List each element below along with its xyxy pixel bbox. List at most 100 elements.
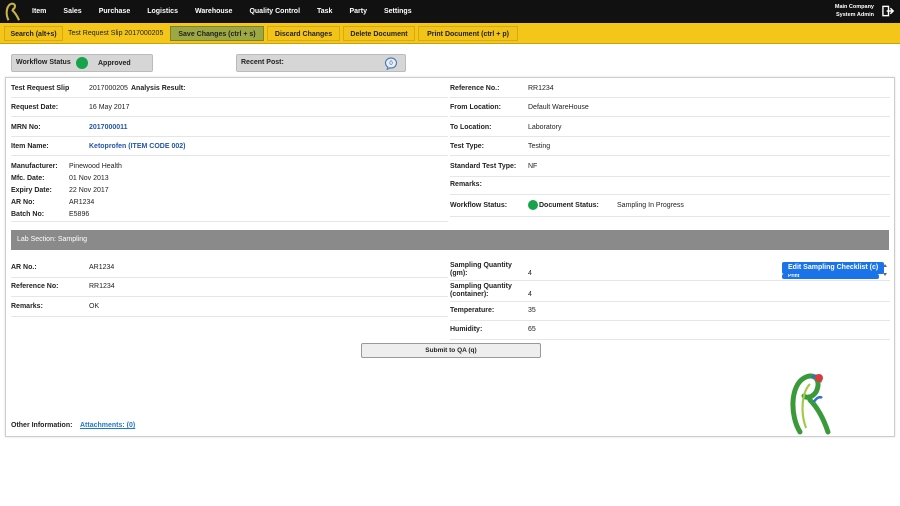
lab-section-header: Lab Section: Sampling: [11, 230, 889, 250]
print-button[interactable]: Print Document (ctrl + p): [418, 26, 518, 41]
company-logo-icon: [790, 373, 831, 435]
humidity-value: 65: [528, 326, 536, 333]
test-type-value: Testing: [528, 143, 551, 150]
comment-bubble-icon[interactable]: 0: [384, 57, 398, 70]
divider: [11, 116, 448, 117]
standard-test-type-value: NF: [528, 163, 538, 170]
divider: [450, 116, 890, 117]
sampling-qty-gm-value: 4: [528, 270, 532, 277]
divider: [11, 97, 448, 98]
manufacturer-value: Pinewood Health: [69, 163, 122, 170]
sampling-qty-container-label: Sampling Quantity (container):: [450, 283, 512, 298]
nav-item-party[interactable]: Party: [349, 8, 367, 15]
discard-button[interactable]: Discard Changes: [267, 26, 340, 41]
delete-button[interactable]: Delete Document: [343, 26, 415, 41]
divider: [450, 320, 890, 321]
divider: [450, 301, 890, 302]
workflow-status-value: Approved: [98, 60, 131, 67]
divider: [11, 221, 448, 222]
lab-reference-no-value: RR1234: [89, 283, 115, 290]
mfc-date-label: Mfc. Date:: [11, 175, 45, 182]
divider: [450, 155, 890, 156]
slip-number: 2017000205: [89, 85, 128, 92]
workflow-status-box: Workflow Status Approved: [11, 54, 153, 72]
nav-item-purchase[interactable]: Purchase: [99, 8, 131, 15]
expiry-date-label: Expiry Date:: [11, 187, 52, 194]
document-title: Test Request Slip 2017000205: [68, 30, 164, 37]
nav-item-settings[interactable]: Settings: [384, 8, 412, 15]
from-location-value: Default WareHouse: [528, 104, 589, 111]
test-type-label: Test Type:: [450, 143, 484, 150]
lab-ar-no-label: AR No.:: [11, 264, 37, 271]
sampling-qty-gm-label: Sampling Quantity (gm):: [450, 262, 512, 277]
other-information-label: Other Information:: [11, 422, 73, 429]
nav-item-quality-control[interactable]: Quality Control: [249, 8, 300, 15]
main-panel: Test Request Slip 2017000205 Analysis Re…: [5, 77, 895, 437]
edit-sampling-checklist-button[interactable]: Edit Sampling Checklist (c): [782, 262, 885, 274]
divider: [11, 277, 448, 278]
sampling-qty-container-value: 4: [528, 291, 532, 298]
temperature-value: 35: [528, 307, 536, 314]
company-name: Main Company: [834, 4, 874, 10]
divider: [11, 155, 448, 156]
nav-item-warehouse[interactable]: Warehouse: [195, 8, 232, 15]
standard-test-type-label: Standard Test Type:: [450, 163, 517, 170]
lab-remarks-label: Remarks:: [11, 303, 43, 310]
lab-ar-no-value: AR1234: [89, 264, 115, 271]
save-button[interactable]: Save Changes (ctrl + s): [170, 26, 264, 41]
lab-reference-no-label: Reference No:: [11, 283, 59, 290]
print-sampling-button[interactable]: Print: [782, 274, 879, 279]
batch-no-value: E5896: [69, 211, 90, 218]
remarks-label: Remarks:: [450, 181, 482, 188]
status-green-icon: [76, 57, 88, 69]
divider: [11, 136, 448, 137]
ar-no-value: AR1234: [69, 199, 95, 206]
reference-no-value: RR1234: [528, 85, 554, 92]
nav-item-sales[interactable]: Sales: [63, 8, 81, 15]
nav-item-logistics[interactable]: Logistics: [147, 8, 178, 15]
nav-item-task[interactable]: Task: [317, 8, 332, 15]
divider: [11, 316, 448, 317]
status-green-icon: [528, 200, 538, 210]
search-button[interactable]: Search (alt+s): [4, 26, 63, 41]
document-status-value: Sampling In Progress: [617, 202, 684, 209]
manufacturer-label: Manufacturer:: [11, 163, 58, 170]
lab-remarks-value: OK: [89, 303, 100, 310]
toolbar: Search (alt+s) Test Request Slip 2017000…: [0, 23, 900, 44]
divider: [450, 136, 890, 137]
divider: [450, 280, 890, 281]
divider: [450, 194, 890, 195]
submit-to-qa-button[interactable]: Submit to QA (q): [361, 343, 541, 358]
request-date-value: 16 May 2017: [89, 104, 130, 111]
item-name-link[interactable]: Ketoprofen (ITEM CODE 002): [89, 143, 185, 150]
ar-no-label: AR No:: [11, 199, 35, 206]
user-name: System Admin: [835, 12, 874, 18]
app-logo-icon[interactable]: [3, 1, 21, 22]
divider: [450, 176, 890, 177]
divider: [450, 216, 890, 217]
document-status-label: Document Status:: [539, 202, 599, 209]
recent-post-box[interactable]: Recent Post: 0: [236, 54, 406, 72]
attachments-link[interactable]: Attachments: (0): [80, 422, 135, 429]
divider: [11, 296, 448, 297]
slip-label: Test Request Slip: [11, 85, 70, 92]
user-info[interactable]: Main Company System Admin: [835, 3, 874, 19]
analysis-result-label: Analysis Result:: [131, 85, 186, 92]
nav-item-item[interactable]: Item: [32, 8, 46, 15]
recent-post-label: Recent Post:: [241, 59, 284, 66]
batch-no-label: Batch No:: [11, 211, 45, 218]
reference-no-label: Reference No.:: [450, 85, 500, 92]
workflow-status-label: Workflow Status: [16, 59, 71, 66]
logout-icon[interactable]: [882, 5, 895, 17]
item-name-label: Item Name:: [11, 143, 49, 150]
to-location-value: Laboratory: [528, 124, 562, 131]
humidity-label: Humidity:: [450, 326, 483, 333]
top-nav: Item Sales Purchase Logistics Warehouse Quali…: [0, 0, 900, 23]
dropdown-scroll-icon[interactable]: [882, 262, 888, 278]
from-location-label: From Location:: [450, 104, 501, 111]
temperature-label: Temperature:: [450, 307, 495, 314]
workflow-status-right-label: Workflow Status:: [450, 202, 508, 209]
mrn-link[interactable]: 2017000011: [89, 124, 128, 131]
main-menu: Item Sales Purchase Logistics Warehouse Quali…: [32, 0, 429, 23]
to-location-label: To Location:: [450, 124, 492, 131]
